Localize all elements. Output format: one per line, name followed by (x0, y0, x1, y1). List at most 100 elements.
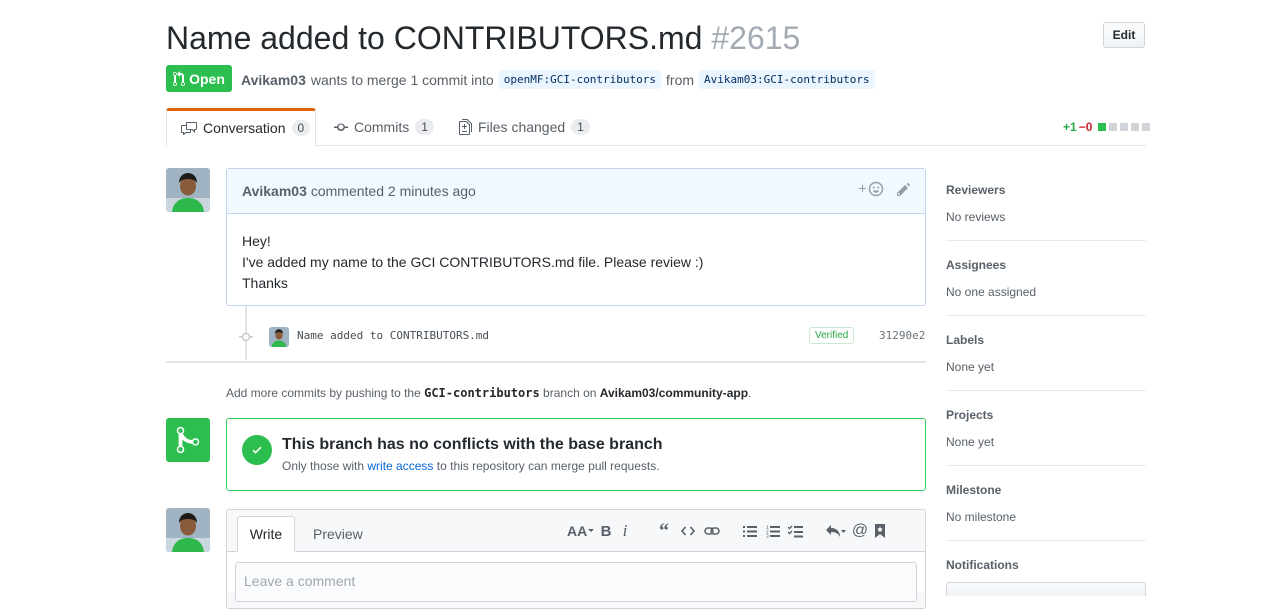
tab-preview[interactable]: Preview (313, 516, 363, 552)
base-branch[interactable]: openMF:GCI-contributors (498, 70, 662, 89)
markdown-toolbar: AA B i “ 123 @ (566, 520, 890, 542)
bold-icon[interactable]: B (596, 521, 616, 541)
diffstat-deletions: −0 (1078, 120, 1093, 134)
tab-commits[interactable]: Commits 1 (334, 108, 434, 146)
sidebar-divider (946, 315, 1146, 316)
pr-meta: Avikam03 wants to merge 1 commit into op… (241, 70, 875, 89)
file-diff-icon (459, 119, 472, 135)
unordered-list-icon[interactable] (738, 521, 762, 541)
reply-icon[interactable] (822, 521, 850, 541)
saved-reply-icon[interactable] (870, 521, 890, 541)
commit-node-icon (239, 330, 253, 346)
pr-author-link[interactable]: Avikam03 (241, 72, 306, 88)
sidebar-labels-value: None yet (946, 360, 995, 374)
tab-conversation-label: Conversation (203, 120, 286, 136)
user-avatar-image (166, 508, 210, 552)
sidebar-labels-heading[interactable]: Labels (946, 333, 984, 347)
merge-text: wants to merge 1 commit into (310, 71, 494, 88)
tab-conversation-count: 0 (291, 120, 311, 136)
git-commit-icon (334, 123, 348, 131)
sidebar-projects-value: None yet (946, 435, 995, 449)
write-access-link[interactable]: write access (367, 459, 433, 473)
add-reaction-icon[interactable] (859, 181, 885, 200)
diffstat: +1 −0 (1063, 120, 1151, 134)
sidebar-reviewers-heading[interactable]: Reviewers (946, 183, 1005, 197)
sidebar-reviewers-value: No reviews (946, 210, 1006, 224)
pr-title: Name added to CONTRIBUTORS.md #2615 (166, 18, 800, 58)
code-icon[interactable] (676, 521, 700, 541)
diffstat-block (1120, 123, 1129, 131)
merge-status-box (226, 418, 926, 491)
pr-title-text: Name added to CONTRIBUTORS.md (166, 20, 703, 56)
merge-sub-suffix: to this repository can merge pull reques… (436, 459, 660, 473)
merge-status-subtitle: Only those with write access to this rep… (282, 459, 660, 473)
push-note-repo[interactable]: Avikam03/community-app (600, 386, 748, 400)
subscribe-button[interactable] (946, 582, 1146, 596)
merge-sub-prefix: Only those with (282, 459, 365, 473)
from-text: from (666, 71, 695, 88)
sidebar-projects-heading[interactable]: Projects (946, 408, 993, 422)
svg-text:AA: AA (567, 523, 587, 539)
comment-line: I've added my name to the GCI CONTRIBUTO… (242, 254, 704, 270)
sidebar-divider (946, 540, 1146, 541)
mention-icon[interactable]: @ (850, 521, 870, 541)
tab-commits-count: 1 (415, 119, 434, 135)
tab-files-changed[interactable]: Files changed 1 (459, 108, 590, 146)
tab-conversation[interactable]: Conversation 0 (166, 108, 316, 146)
edit-pencil-icon[interactable] (897, 182, 911, 199)
sidebar-milestone-value: No milestone (946, 510, 1017, 524)
italic-icon[interactable]: i (616, 521, 634, 541)
sidebar-assignees-value: No one assigned (946, 285, 1037, 299)
state-badge: Open (166, 65, 232, 92)
text-size-icon[interactable]: AA (566, 521, 596, 541)
commit-avatar[interactable] (269, 327, 289, 347)
commit-sha-link[interactable]: 31290e2 (879, 329, 925, 342)
state-label: Open (189, 70, 225, 87)
diffstat-block (1098, 123, 1107, 131)
pull-request-icon (173, 70, 186, 86)
comment-time[interactable]: commented 2 minutes ago (311, 183, 476, 199)
comment-body: Hey! I've added my name to the GCI CONTR… (227, 214, 925, 311)
sidebar-divider (946, 390, 1146, 391)
edit-button[interactable]: Edit (1103, 22, 1145, 48)
push-note-suffix: . (748, 386, 752, 400)
diffstat-block (1109, 123, 1118, 131)
comment-discussion-icon (181, 122, 197, 135)
sidebar-milestone-heading[interactable]: Milestone (946, 483, 1001, 497)
link-icon[interactable] (700, 521, 724, 541)
comment-author[interactable]: Avikam03 (242, 183, 307, 199)
tab-write[interactable]: Write (237, 516, 295, 552)
sidebar-divider (946, 240, 1146, 241)
avatar[interactable] (166, 168, 210, 212)
commit-message-link[interactable]: Name added to CONTRIBUTORS.md (297, 329, 489, 342)
check-icon (242, 435, 272, 465)
task-list-icon[interactable] (784, 521, 806, 541)
tab-files-label: Files changed (478, 119, 566, 135)
pr-number: #2615 (711, 20, 801, 56)
head-branch[interactable]: Avikam03:GCI-contributors (699, 70, 875, 89)
comment-line: Hey! (242, 233, 271, 249)
tab-commits-label: Commits (354, 119, 410, 135)
comment-textarea[interactable]: Leave a comment (235, 562, 917, 602)
merge-status-title: This branch has no conflicts with the ba… (282, 436, 663, 453)
quote-icon[interactable]: “ (652, 520, 676, 542)
comment-line: Thanks (242, 275, 288, 291)
push-note-prefix: Add more commits by pushing to the (226, 386, 421, 400)
tab-files-count: 1 (571, 119, 590, 135)
sidebar-assignees-heading[interactable]: Assignees (946, 258, 1006, 272)
diffstat-additions: +1 (1063, 120, 1077, 134)
ordered-list-icon[interactable]: 123 (762, 521, 784, 541)
push-note-middle: branch on (543, 386, 597, 400)
user-avatar-image (269, 327, 289, 347)
comment-header: Avikam03 commented 2 minutes ago (227, 169, 925, 214)
diffstat-block (1142, 123, 1151, 131)
push-note-branch: GCI-contributors (424, 386, 540, 400)
diffstat-block (1131, 123, 1140, 131)
verified-badge[interactable]: Verified (809, 327, 855, 344)
svg-text:3: 3 (766, 534, 769, 538)
push-note: Add more commits by pushing to the GCI-c… (226, 386, 751, 400)
git-merge-icon (166, 418, 210, 462)
avatar[interactable] (166, 508, 210, 552)
comment-box: Avikam03 commented 2 minutes ago Hey! I'… (226, 168, 926, 306)
timeline-divider (166, 361, 926, 363)
